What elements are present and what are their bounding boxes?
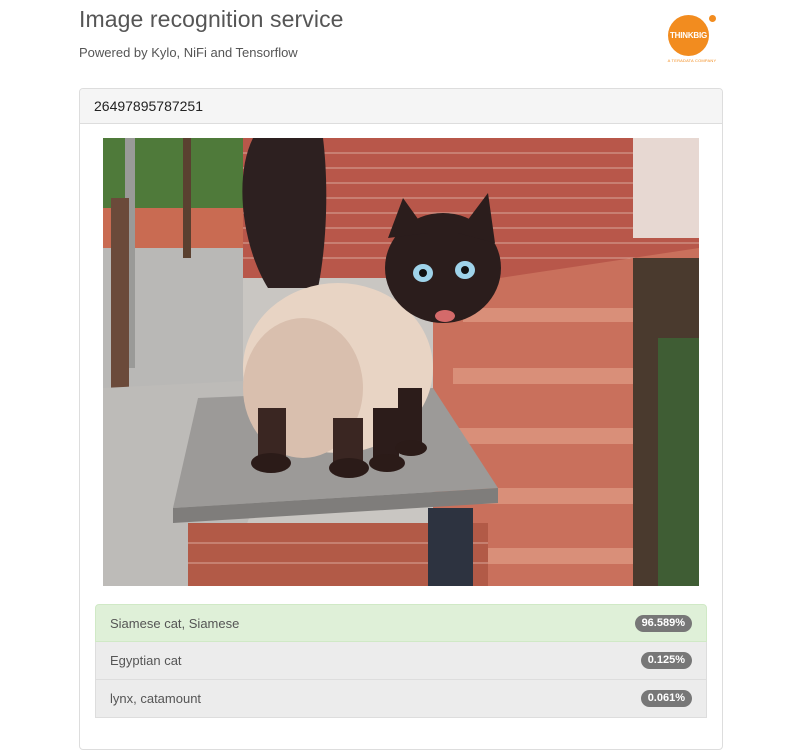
prediction-row: Egyptian cat 0.125% — [95, 642, 707, 680]
prediction-score-badge: 0.125% — [640, 652, 692, 669]
prediction-label: lynx, catamount — [110, 691, 202, 706]
prediction-row: Siamese cat, Siamese 96.589% — [95, 604, 707, 642]
recognition-panel: 26497895787251 Siamese cat, Siamese 96.5… — [79, 88, 723, 750]
image-id-heading: 26497895787251 — [80, 89, 722, 124]
page-title: Image recognition service — [79, 6, 344, 32]
thinkbig-logo: THINKBIG A TERADATA COMPANY — [665, 12, 725, 66]
page-header: Image recognition service Powered by Kyl… — [79, 0, 719, 80]
prediction-list: Siamese cat, Siamese 96.589% Egyptian ca… — [95, 604, 707, 718]
prediction-label: Siamese cat, Siamese — [110, 615, 240, 631]
logo-wordmark: THINKBIG — [668, 15, 709, 56]
recognized-image — [103, 138, 699, 586]
prediction-score-badge: 96.589% — [634, 614, 692, 632]
prediction-score-badge: 0.061% — [640, 690, 692, 707]
logo-tagline: A TERADATA COMPANY — [667, 58, 717, 63]
prediction-row: lynx, catamount 0.061% — [95, 680, 707, 718]
logo-dot — [709, 15, 716, 22]
prediction-label: Egyptian cat — [110, 653, 182, 668]
page-subtitle: Powered by Kylo, NiFi and Tensorflow — [79, 45, 298, 60]
